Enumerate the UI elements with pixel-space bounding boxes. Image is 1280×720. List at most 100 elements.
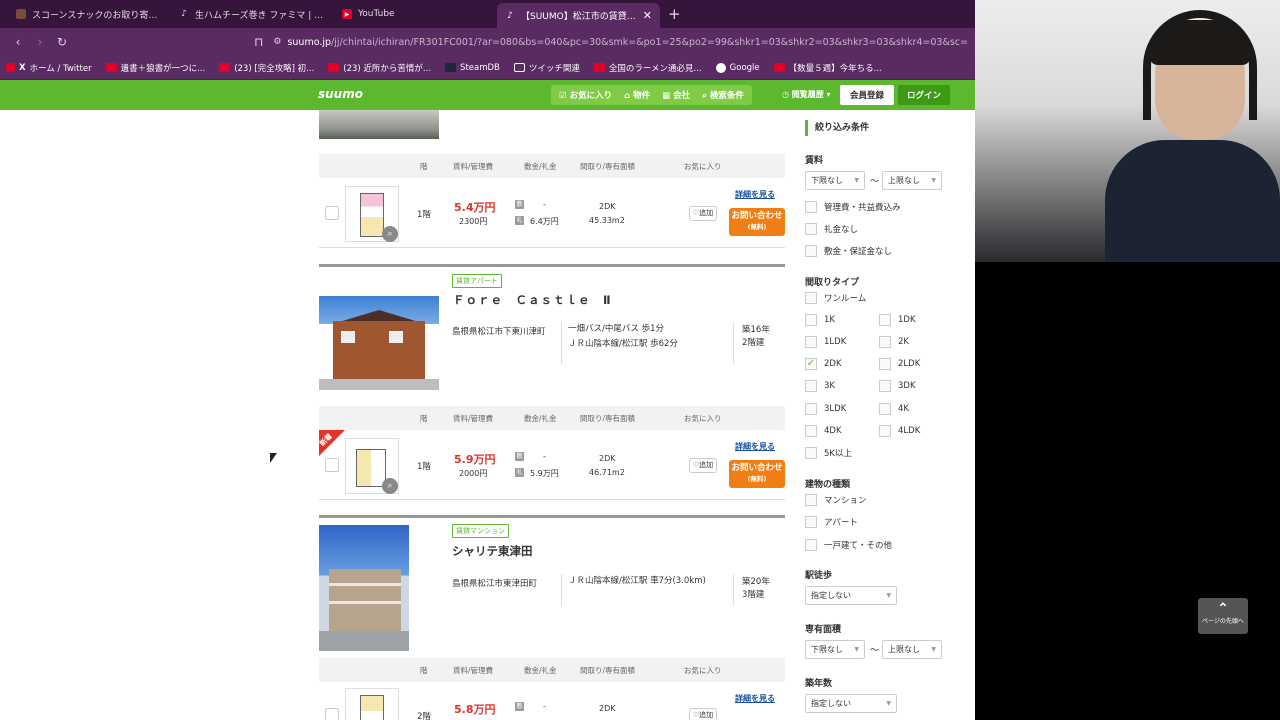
checkbox[interactable] bbox=[879, 358, 891, 370]
floorplan-thumbnail[interactable] bbox=[345, 688, 399, 720]
checkbox[interactable] bbox=[805, 336, 817, 348]
nav-properties[interactable]: ⌂ 物件 bbox=[624, 89, 650, 101]
unit-checkbox[interactable] bbox=[325, 206, 339, 220]
building-option[interactable]: 一戸建て・その他 bbox=[805, 539, 892, 551]
suumo-logo[interactable]: suumo bbox=[318, 87, 363, 101]
building-name[interactable]: シャリテ東津田 bbox=[452, 543, 533, 559]
rent-max-select[interactable]: 上限なし bbox=[882, 171, 942, 190]
zoom-icon[interactable]: ⌕ bbox=[382, 226, 398, 242]
key-money-icon: 礼 bbox=[515, 468, 524, 477]
tab-scone[interactable]: スコーンスナックのお取り寄せ | 公式通販 bbox=[8, 0, 171, 28]
bookmark-item[interactable]: (23) [完全攻略] 初... bbox=[219, 62, 314, 74]
layout-option-checked[interactable]: ✓ 2DK bbox=[805, 358, 842, 370]
layout-option[interactable]: 5K以上 bbox=[805, 447, 852, 459]
close-icon[interactable]: ✕ bbox=[643, 9, 652, 22]
building-photo[interactable] bbox=[319, 110, 439, 139]
new-tab-button[interactable]: + bbox=[660, 0, 689, 28]
checkbox[interactable] bbox=[805, 425, 817, 437]
checkbox[interactable] bbox=[805, 223, 817, 235]
add-favorite-button[interactable]: ♡追加 bbox=[689, 708, 717, 720]
checkbox[interactable] bbox=[805, 380, 817, 392]
nav-search-conditions[interactable]: ⌕ 検索条件 bbox=[702, 89, 744, 101]
building-photo[interactable] bbox=[319, 296, 439, 390]
building-photo[interactable] bbox=[319, 525, 409, 651]
nav-favorites[interactable]: ☑ お気に入り bbox=[559, 89, 612, 101]
layout-option[interactable]: 2K bbox=[879, 336, 909, 348]
area-min-select[interactable]: 下限なし bbox=[805, 640, 865, 659]
layout-option[interactable]: ワンルーム bbox=[805, 292, 866, 304]
layout-option[interactable]: 4DK bbox=[805, 425, 842, 437]
tab-tiktok[interactable]: ♪生ハムチーズ巻き ファミマ | TikTok bbox=[171, 0, 334, 28]
check-icon[interactable]: ✓ bbox=[805, 358, 817, 370]
unit-floor: 1階 bbox=[417, 462, 431, 472]
age-select[interactable]: 指定しない bbox=[805, 694, 897, 713]
bookmark-item[interactable]: (23) 近所から苦情が... bbox=[328, 62, 431, 74]
checkbox[interactable] bbox=[805, 403, 817, 415]
bookmark-item[interactable]: Google bbox=[715, 62, 760, 73]
reload-icon[interactable]: ↻ bbox=[52, 35, 72, 49]
detail-link[interactable]: 詳細を見る bbox=[735, 441, 775, 452]
checkbox[interactable] bbox=[805, 314, 817, 326]
checkbox[interactable] bbox=[805, 447, 817, 459]
layout-option[interactable]: 3K bbox=[805, 380, 835, 392]
rent-min-select[interactable]: 下限なし bbox=[805, 171, 865, 190]
building-option[interactable]: アパート bbox=[805, 516, 858, 528]
layout-option[interactable]: 4K bbox=[879, 403, 909, 415]
bookmark-item[interactable]: 【数量５週】今年ちる... bbox=[773, 62, 882, 74]
checkbox[interactable] bbox=[879, 425, 891, 437]
scroll-to-top-button[interactable]: ⌃ ページの先頭へ bbox=[1198, 598, 1248, 634]
checkbox-no-key-money[interactable]: 礼金なし bbox=[805, 223, 858, 235]
nav-companies[interactable]: ▦ 会社 bbox=[662, 89, 690, 101]
add-favorite-button[interactable]: ♡追加 bbox=[689, 206, 717, 221]
range-tilde: 〜 bbox=[870, 646, 880, 656]
building-name[interactable]: Ｆｏｒｅ Ｃａｓｔｌｅ Ⅱ bbox=[453, 292, 612, 308]
checkbox[interactable] bbox=[879, 336, 891, 348]
checkbox[interactable] bbox=[879, 314, 891, 326]
detail-link[interactable]: 詳細を見る bbox=[735, 189, 775, 200]
login-button[interactable]: ログイン bbox=[898, 85, 950, 105]
layout-option[interactable]: 3LDK bbox=[805, 403, 846, 415]
history-menu[interactable]: ◷ 閲覧履歴 ▾ bbox=[782, 89, 831, 100]
bookmark-item[interactable]: 遺書＋狼書が一つに... bbox=[105, 62, 205, 74]
unit-rent: 5.4万円 bbox=[454, 201, 496, 214]
unit-checkbox[interactable] bbox=[325, 708, 339, 720]
area-max-select[interactable]: 上限なし bbox=[882, 640, 942, 659]
building-option[interactable]: マンション bbox=[805, 494, 867, 506]
checkbox[interactable] bbox=[879, 380, 891, 392]
site-info-icon[interactable]: ⚙ bbox=[273, 37, 281, 47]
bookmark-item[interactable]: 全国のラーメン通必見... bbox=[593, 62, 702, 74]
unit-row: ⌕ 1階 5.4万円 2300円 敷 - 礼 6.4万円 2DK 45.33m2… bbox=[319, 178, 785, 248]
address-bar[interactable]: ⊓ ⚙ suumo.jp/jj/chintai/ichiran/FR301FC0… bbox=[254, 35, 967, 49]
layout-option[interactable]: 2LDK bbox=[879, 358, 920, 370]
checkbox[interactable] bbox=[805, 292, 817, 304]
add-favorite-button[interactable]: ♡追加 bbox=[689, 458, 717, 473]
tab-suumo[interactable]: ♪【SUUMO】松江市の賃貸(賃貸マン✕ bbox=[497, 3, 660, 28]
detail-link[interactable]: 詳細を見る bbox=[735, 693, 775, 704]
layout-option[interactable]: 1DK bbox=[879, 314, 916, 326]
layout-option[interactable]: 1LDK bbox=[805, 336, 846, 348]
inquire-button[interactable]: お問い合わせ (無料) bbox=[729, 460, 785, 488]
bookmark-item[interactable]: X ホーム / Twitter bbox=[6, 62, 92, 74]
walk-time-select[interactable]: 指定しない bbox=[805, 586, 897, 605]
zoom-icon[interactable]: ⌕ bbox=[382, 478, 398, 494]
register-button[interactable]: 会員登録 bbox=[840, 85, 894, 105]
checkbox[interactable] bbox=[879, 403, 891, 415]
bookmark-icon[interactable]: ⊓ bbox=[254, 35, 263, 49]
inquire-button[interactable]: お問い合わせ (無料) bbox=[729, 208, 785, 236]
checkbox[interactable] bbox=[805, 201, 817, 213]
layout-option[interactable]: 1K bbox=[805, 314, 835, 326]
checkbox-admin-included[interactable]: 管理費・共益費込み bbox=[805, 201, 901, 213]
checkbox[interactable] bbox=[805, 494, 817, 506]
checkbox[interactable] bbox=[805, 516, 817, 528]
tab-youtube[interactable]: ▶ YouTube bbox=[334, 0, 497, 28]
checkbox-no-deposit[interactable]: 敷金・保証金なし bbox=[805, 245, 892, 257]
unit-checkbox[interactable] bbox=[325, 458, 339, 472]
layout-option[interactable]: 4LDK bbox=[879, 425, 920, 437]
checkbox[interactable] bbox=[805, 539, 817, 551]
bookmark-item[interactable]: SteamDB bbox=[445, 63, 500, 73]
bookmark-item[interactable]: ツイッチ関連 bbox=[513, 62, 580, 74]
checkbox[interactable] bbox=[805, 245, 817, 257]
forward-icon[interactable]: › bbox=[30, 35, 50, 49]
layout-option[interactable]: 3DK bbox=[879, 380, 916, 392]
back-icon[interactable]: ‹ bbox=[8, 35, 28, 49]
